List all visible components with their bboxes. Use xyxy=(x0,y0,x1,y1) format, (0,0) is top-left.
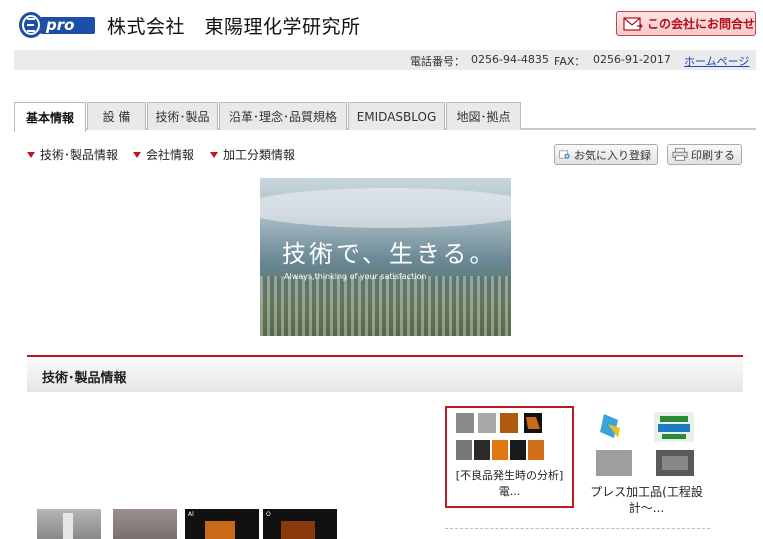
triangle-down-icon xyxy=(133,151,141,158)
hero-main-text: 技術で、生きる。 xyxy=(282,240,497,268)
bottom-thumbnail-1[interactable] xyxy=(37,509,101,539)
homepage-link[interactable]: ホームページ xyxy=(684,53,749,69)
bottom-thumbnail-4[interactable]: O xyxy=(263,509,337,539)
company-name: 株式会社 東陽理化学研究所 xyxy=(107,16,361,38)
add-favorite-button[interactable]: お気に入り登録 xyxy=(554,144,658,165)
fax-label: FAX： xyxy=(554,55,586,68)
tab-map-locations[interactable]: 地図･拠点 xyxy=(446,102,521,130)
bookmark-add-icon xyxy=(559,150,570,159)
section-header: 技術･製品情報 xyxy=(27,355,743,392)
caption-line-2: 電... xyxy=(498,485,521,498)
subnav-tech-products[interactable]: 技術･製品情報 xyxy=(27,146,118,163)
subnav-company-info[interactable]: 会社情報 xyxy=(133,146,194,163)
bottom-thumbnail-2[interactable] xyxy=(113,509,177,539)
thumbnail-label: O xyxy=(266,511,271,518)
tab-emidasblog[interactable]: EMIDASBLOG xyxy=(348,102,445,130)
thumbnail-label: Al xyxy=(188,511,194,518)
favorite-label: お気に入り登録 xyxy=(574,148,651,162)
press-process-thumbnail xyxy=(596,412,694,476)
tab-basic-info[interactable]: 基本情報 xyxy=(14,102,86,132)
product-card-defect-analysis[interactable]: [不良品発生時の分析] 電... xyxy=(445,406,574,508)
triangle-down-icon xyxy=(210,151,218,158)
subnav-label: 加工分類情報 xyxy=(223,148,296,162)
tab-equipment[interactable]: 設 備 xyxy=(87,102,146,130)
bottom-thumbnail-3[interactable]: Al xyxy=(185,509,259,539)
print-label: 印刷する xyxy=(691,148,735,162)
hero-banner: 技術で、生きる。 Always,thinking of your satisfa… xyxy=(260,178,511,336)
printer-icon xyxy=(672,148,688,161)
contact-button-label: この会社にお問合せ xyxy=(647,17,756,31)
epro-logo[interactable]: pro xyxy=(18,10,96,40)
product-caption: [不良品発生時の分析] 電... xyxy=(447,468,572,500)
mail-icon xyxy=(623,16,643,31)
fax-number: 0256-91-2017 xyxy=(593,53,671,66)
product-caption: プレス加工品(工程設 計～... xyxy=(582,484,711,516)
hero-cloud xyxy=(260,188,511,228)
phone-number: 0256-94-4835 xyxy=(471,53,549,66)
contact-info-bar: 電話番号： 0256-94-4835 FAX： 0256-91-2017 ホーム… xyxy=(14,50,756,70)
section-title: 技術･製品情報 xyxy=(42,371,127,386)
subnav-label: 会社情報 xyxy=(146,148,195,162)
phone-label: 電話番号： xyxy=(410,55,465,68)
subnav-processing-class[interactable]: 加工分類情報 xyxy=(210,146,295,163)
contact-company-button[interactable]: この会社にお問合せ xyxy=(616,11,756,36)
tab-history-philosophy[interactable]: 沿革･理念･品質規格 xyxy=(219,102,347,130)
hero-sub-text: Always,thinking of your satisfaction xyxy=(284,272,427,281)
caption-line-2: 計～... xyxy=(628,501,665,515)
subnav-label: 技術･製品情報 xyxy=(40,148,119,162)
caption-line-1: [不良品発生時の分析] xyxy=(455,469,564,482)
print-button[interactable]: 印刷する xyxy=(667,144,742,165)
sem-analysis-thumbnail xyxy=(456,413,544,460)
tab-bar: 基本情報 設 備 技術･製品 沿革･理念･品質規格 EMIDASBLOG 地図･… xyxy=(14,102,756,132)
card-divider xyxy=(445,528,710,529)
hero-cityscape xyxy=(260,276,511,336)
product-card-press-processing[interactable]: プレス加工品(工程設 計～... xyxy=(582,406,711,515)
tab-technology-products[interactable]: 技術･製品 xyxy=(147,102,218,130)
logo-text: pro xyxy=(46,16,75,34)
triangle-down-icon xyxy=(27,151,35,158)
caption-line-1: プレス加工品(工程設 xyxy=(590,485,703,499)
